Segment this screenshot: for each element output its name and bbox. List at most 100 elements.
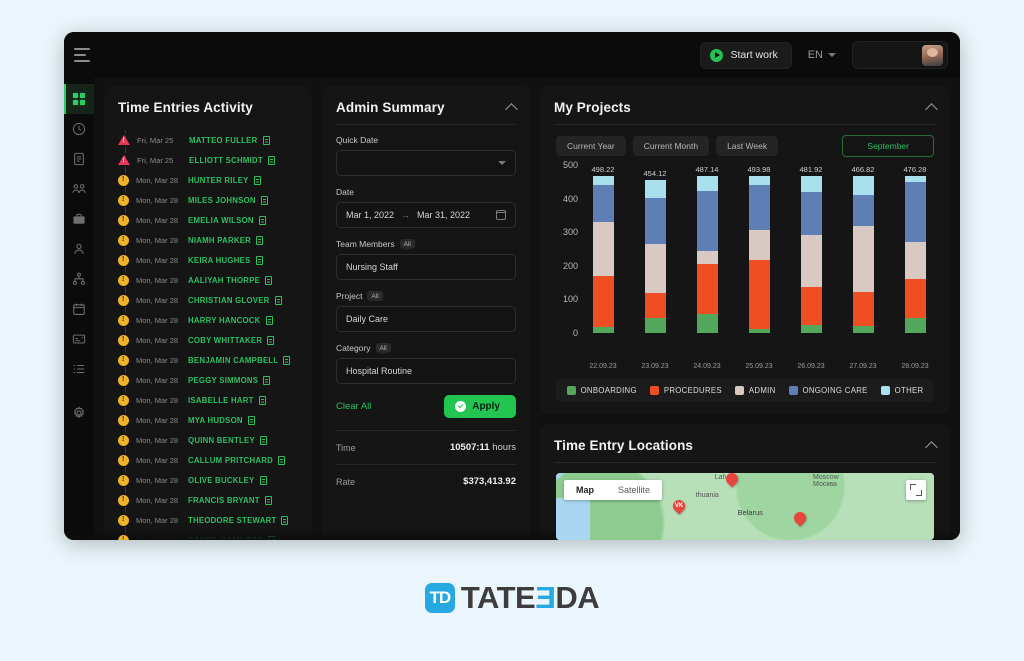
sidebar-item-calendar[interactable]: [64, 294, 94, 324]
chart-filter-current-year[interactable]: Current Year: [556, 136, 626, 156]
document-icon[interactable]: [255, 255, 263, 265]
activity-row[interactable]: Mon, Mar 28 COBY WHITTAKER: [104, 330, 312, 350]
document-icon[interactable]: [258, 395, 266, 405]
chart-month-button[interactable]: September: [842, 135, 934, 157]
chart-filter-current-month[interactable]: Current Month: [632, 136, 710, 156]
legend-item-ongoing-care[interactable]: ONGOING CARE: [788, 386, 868, 395]
activity-row[interactable]: Mon, Mar 28 CALLUM PRITCHARD: [104, 450, 312, 470]
activity-row[interactable]: Mon, Mar 28 ISABELLE HART: [104, 390, 312, 410]
legend-item-procedures[interactable]: PROCEDURES: [649, 386, 722, 395]
chevron-up-icon[interactable]: [925, 440, 938, 454]
sidebar-item-billing[interactable]: [64, 324, 94, 354]
activity-row[interactable]: Mon, Mar 28 DANIEL HAMILTON: [104, 530, 312, 540]
activity-row[interactable]: Fri, Mar 25 MATTEO FULLER: [104, 130, 312, 150]
activity-row[interactable]: Mon, Mar 28 MILES JOHNSON: [104, 190, 312, 210]
document-icon[interactable]: [258, 215, 266, 225]
logo-text-part2: Ǝ: [535, 580, 556, 615]
activity-row[interactable]: Mon, Mar 28 EMELIA WILSON: [104, 210, 312, 230]
document-icon[interactable]: [268, 535, 276, 540]
clear-all-button[interactable]: Clear All: [336, 401, 371, 412]
document-icon[interactable]: [260, 195, 268, 205]
bar-segment-procedures: [800, 287, 822, 326]
sidebar-item-settings[interactable]: [64, 398, 94, 428]
legend-item-other[interactable]: OTHER: [880, 386, 924, 395]
sidebar-item-dashboard[interactable]: [64, 84, 94, 114]
document-icon[interactable]: [264, 495, 272, 505]
activity-row[interactable]: Fri, Mar 25 ELLIOTT SCHMIDT: [104, 150, 312, 170]
document-icon[interactable]: [267, 155, 275, 165]
sidebar-item-time-tracking[interactable]: [64, 114, 94, 144]
alert-icon: [118, 354, 129, 366]
sidebar-item-tasks[interactable]: [64, 354, 94, 384]
bar-column[interactable]: 466.82: [844, 165, 882, 334]
chevron-up-icon[interactable]: [925, 102, 938, 116]
activity-row[interactable]: Mon, Mar 28 HARRY HANCOCK: [104, 310, 312, 330]
hamburger-icon[interactable]: [74, 48, 92, 62]
document-icon[interactable]: [283, 355, 291, 365]
document-icon[interactable]: [263, 375, 271, 385]
legend-item-onboarding[interactable]: ONBOARDING: [566, 386, 637, 395]
bar-column[interactable]: 487.14: [688, 165, 726, 333]
activity-row[interactable]: Mon, Mar 28 NIAMH PARKER: [104, 230, 312, 250]
bar-column[interactable]: 476.28: [896, 165, 934, 333]
document-icon[interactable]: [247, 415, 255, 425]
chevron-down-icon: [498, 161, 506, 165]
bar-column[interactable]: 493.98: [740, 165, 778, 333]
activity-row[interactable]: Mon, Mar 28 QUINN BENTLEY: [104, 430, 312, 450]
sidebar-item-structure[interactable]: [64, 264, 94, 294]
date-range-input[interactable]: Mar 1, 2022 → Mar 31, 2022: [336, 202, 516, 228]
bar-segment-admin: [644, 243, 666, 293]
project-input[interactable]: Daily Care: [336, 306, 516, 332]
activity-row[interactable]: Mon, Mar 28 PEGGY SIMMONS: [104, 370, 312, 390]
bar-column[interactable]: 454.12: [636, 165, 674, 333]
profile-menu[interactable]: [852, 41, 948, 69]
sidebar-item-projects[interactable]: [64, 204, 94, 234]
sidebar-item-team[interactable]: [64, 174, 94, 204]
legend-swatch: [788, 386, 798, 395]
map-water: [556, 498, 591, 540]
document-icon[interactable]: [265, 315, 273, 325]
satellite-tab[interactable]: Satellite: [606, 480, 662, 500]
document-icon[interactable]: [259, 475, 267, 485]
document-icon[interactable]: [267, 335, 275, 345]
activity-row[interactable]: Mon, Mar 28 AALIYAH THORPE: [104, 270, 312, 290]
document-icon[interactable]: [256, 235, 264, 245]
map-tab[interactable]: Map: [564, 480, 606, 500]
legend-item-admin[interactable]: ADMIN: [734, 386, 776, 395]
document-icon[interactable]: [262, 135, 270, 145]
document-icon[interactable]: [281, 515, 289, 525]
document-icon[interactable]: [259, 435, 267, 445]
activity-row[interactable]: Mon, Mar 28 THEODORE STEWART: [104, 510, 312, 530]
activity-row[interactable]: Mon, Mar 28 HUNTER RILEY: [104, 170, 312, 190]
sidebar-item-clients[interactable]: [64, 234, 94, 264]
x-axis-label: 26.09.23: [797, 363, 825, 370]
bar-column[interactable]: 481.92: [792, 165, 830, 333]
map-type-toggle[interactable]: Map Satellite: [564, 480, 663, 500]
apply-button[interactable]: Apply: [444, 395, 516, 418]
document-icon[interactable]: [265, 275, 273, 285]
activity-row[interactable]: Mon, Mar 28 BENJAMIN CAMPBELL: [104, 350, 312, 370]
activity-row[interactable]: Mon, Mar 28 OLIVE BUCKLEY: [104, 470, 312, 490]
document-icon[interactable]: [253, 175, 261, 185]
start-work-button[interactable]: Start work: [700, 41, 792, 69]
quick-date-select[interactable]: [336, 150, 516, 176]
language-selector[interactable]: EN: [802, 45, 842, 65]
category-input[interactable]: Hospital Routine: [336, 358, 516, 384]
map[interactable]: Latvia Moscow Москва thuania Belarus VK Map …: [556, 473, 934, 540]
document-icon[interactable]: [274, 295, 282, 305]
activity-row[interactable]: Mon, Mar 28 CHRISTIAN GLOVER: [104, 290, 312, 310]
fullscreen-icon[interactable]: [906, 480, 926, 500]
activity-date: Mon, Mar 28: [136, 535, 179, 541]
activity-list[interactable]: Fri, Mar 25 MATTEO FULLER Fri, Mar 25 ELLIO…: [104, 124, 312, 540]
sidebar-item-reports[interactable]: [64, 144, 94, 174]
team-members-input[interactable]: Nursing Staff: [336, 254, 516, 280]
calendar-icon[interactable]: [495, 210, 507, 220]
activity-row[interactable]: Mon, Mar 28 KEIRA HUGHES: [104, 250, 312, 270]
document-icon[interactable]: [278, 455, 285, 465]
bar-column[interactable]: 498.22: [584, 165, 622, 333]
activity-row[interactable]: Mon, Mar 28 MYA HUDSON: [104, 410, 312, 430]
chevron-up-icon[interactable]: [505, 102, 518, 116]
chart-filter-last-week[interactable]: Last Week: [716, 136, 779, 156]
avatar: [922, 44, 943, 66]
activity-row[interactable]: Mon, Mar 28 FRANCIS BRYANT: [104, 490, 312, 510]
